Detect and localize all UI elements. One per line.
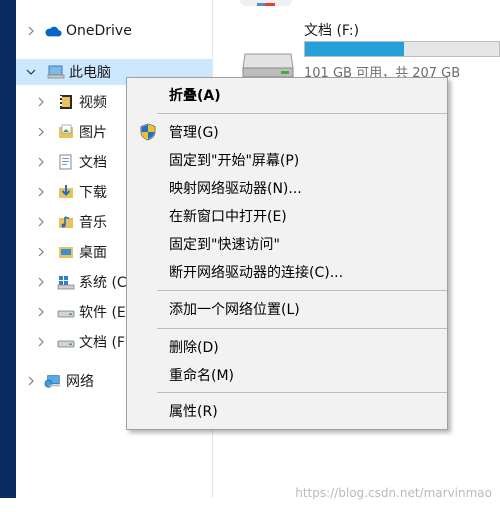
nav-label-documents: 文档 xyxy=(79,155,107,171)
chevron-right-icon[interactable] xyxy=(35,149,47,175)
menu-separator xyxy=(157,113,447,114)
menu-label-pin-quick-access: 固定到"快速访问" xyxy=(169,237,280,253)
nav-item-onedrive[interactable]: OneDrive xyxy=(16,18,212,44)
chevron-right-icon[interactable] xyxy=(35,329,47,355)
computer-icon xyxy=(47,63,65,81)
menu-label-manage: 管理(G) xyxy=(169,125,219,141)
menu-item-manage[interactable]: 管理(G) xyxy=(127,120,447,144)
bottom-strip xyxy=(0,498,500,512)
menu-label-map-network-drive: 映射网络驱动器(N)... xyxy=(169,181,302,197)
menu-item-pin-to-start[interactable]: 固定到"开始"屏幕(P) xyxy=(127,148,447,172)
network-icon xyxy=(44,372,62,390)
music-folder-icon xyxy=(57,213,75,231)
system-drive-icon xyxy=(57,273,75,291)
chevron-right-icon[interactable] xyxy=(35,299,47,325)
uac-shield-icon xyxy=(139,123,157,141)
chevron-right-icon[interactable] xyxy=(35,239,47,265)
menu-separator xyxy=(157,328,447,329)
nav-label-drive-c: 系统 (C xyxy=(79,275,127,291)
watermark-text: https://blog.csdn.net/marvinmao xyxy=(295,486,492,500)
drive-icon xyxy=(57,333,75,351)
menu-item-disconnect-network-drive[interactable]: 断开网络驱动器的连接(C)... xyxy=(127,260,447,284)
nav-label-network: 网络 xyxy=(66,374,94,390)
nav-label-music: 音乐 xyxy=(79,215,107,231)
chevron-right-icon[interactable] xyxy=(35,269,47,295)
menu-label-open-new-window: 在新窗口中打开(E) xyxy=(169,209,287,225)
top-tab-indicator xyxy=(240,0,292,6)
chevron-down-icon[interactable] xyxy=(25,59,37,85)
nav-label-onedrive: OneDrive xyxy=(66,23,132,39)
desktop-background-strip xyxy=(0,0,16,512)
documents-folder-icon xyxy=(57,153,75,171)
drive-usage-bar xyxy=(304,41,500,57)
menu-label-rename: 重命名(M) xyxy=(169,368,235,384)
drive-title[interactable]: 文档 (F:) xyxy=(304,20,359,40)
menu-separator xyxy=(157,290,447,291)
menu-item-open-new-window[interactable]: 在新窗口中打开(E) xyxy=(127,204,447,228)
menu-item-pin-quick-access[interactable]: 固定到"快速访问" xyxy=(127,232,447,256)
chevron-right-icon[interactable] xyxy=(25,368,37,394)
nav-label-drive-f: 文档 (F xyxy=(79,335,125,351)
menu-label-add-network-location: 添加一个网络位置(L) xyxy=(169,302,300,318)
chevron-right-icon[interactable] xyxy=(35,119,47,145)
chevron-right-icon[interactable] xyxy=(35,89,47,115)
chevron-right-icon[interactable] xyxy=(35,209,47,235)
nav-label-desktop: 桌面 xyxy=(79,245,107,261)
downloads-folder-icon xyxy=(57,183,75,201)
menu-item-delete[interactable]: 删除(D) xyxy=(127,335,447,359)
context-menu: 折叠(A) 管理(G) 固定到"开始"屏幕(P) 映射网络驱动器(N)... 在… xyxy=(126,77,448,430)
menu-item-rename[interactable]: 重命名(M) xyxy=(127,363,447,387)
menu-item-collapse[interactable]: 折叠(A) xyxy=(127,83,447,107)
videos-folder-icon xyxy=(57,93,75,111)
menu-item-properties[interactable]: 属性(R) xyxy=(127,399,447,423)
menu-label-collapse: 折叠(A) xyxy=(169,88,221,104)
cloud-icon xyxy=(44,22,62,40)
drive-usage-fill xyxy=(305,42,404,56)
menu-label-disconnect-network-drive: 断开网络驱动器的连接(C)... xyxy=(169,265,344,281)
nav-label-videos: 视频 xyxy=(79,95,107,111)
nav-label-downloads: 下载 xyxy=(79,185,107,201)
drive-icon xyxy=(57,303,75,321)
menu-item-add-network-location[interactable]: 添加一个网络位置(L) xyxy=(127,297,447,321)
chevron-right-icon[interactable] xyxy=(35,179,47,205)
desktop-folder-icon xyxy=(57,243,75,261)
menu-item-map-network-drive[interactable]: 映射网络驱动器(N)... xyxy=(127,176,447,200)
menu-label-properties: 属性(R) xyxy=(169,404,218,420)
pictures-folder-icon xyxy=(57,123,75,141)
menu-separator xyxy=(157,392,447,393)
chevron-right-icon[interactable] xyxy=(25,18,37,44)
menu-label-delete: 删除(D) xyxy=(169,340,219,356)
nav-label-pictures: 图片 xyxy=(79,125,107,141)
nav-label-this-pc: 此电脑 xyxy=(69,65,111,81)
menu-label-pin-to-start: 固定到"开始"屏幕(P) xyxy=(169,153,300,169)
nav-label-drive-e: 软件 (E xyxy=(79,305,126,321)
